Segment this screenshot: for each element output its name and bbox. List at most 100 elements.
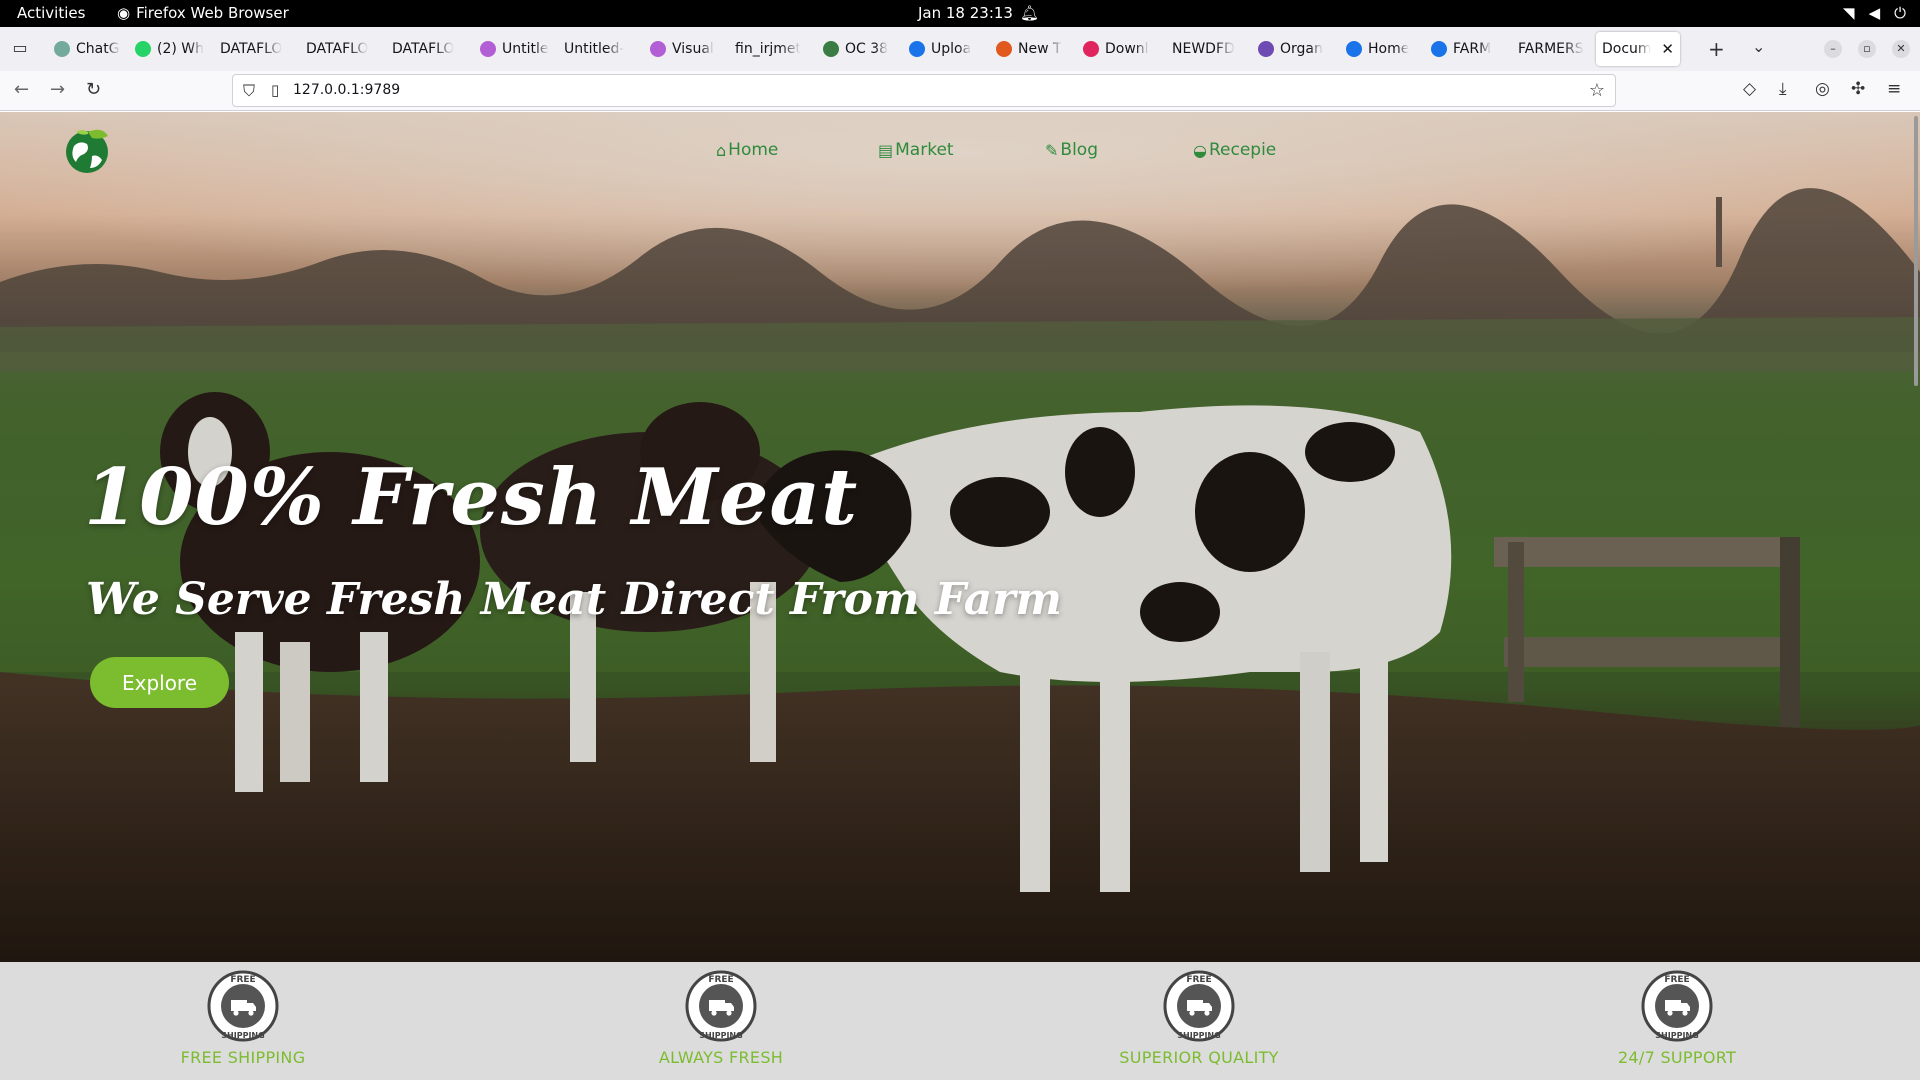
browser-tab[interactable]: DATAFLO [300, 32, 386, 66]
app-name: Firefox Web Browser [136, 4, 289, 22]
system-top-bar: Activities ◉ Firefox Web Browser Jan 18 … [0, 0, 1920, 27]
tab-label: (2) Wh [157, 41, 204, 57]
tab-label: Untitled- [564, 41, 625, 57]
badge-top-text: FREE [1664, 975, 1689, 985]
browser-tab[interactable]: Untitle [474, 32, 558, 66]
bookmark-star-icon[interactable]: ☆ [1589, 80, 1605, 101]
system-tray[interactable]: ◥ ◀︎ ⏻ [1843, 4, 1906, 22]
feature-item: FREE SHIPPING SUPERIOR QUALITY [1079, 962, 1319, 1080]
browser-tab[interactable]: DATAFLO [386, 32, 474, 66]
extensions-icon[interactable]: ✣ [1851, 79, 1865, 99]
tab-strip: ▭ ChatG (2) Wh DATAFLO DATAFLO DATAFLO Untitl… [0, 27, 1920, 71]
clock[interactable]: Jan 18 23:13 [918, 4, 1013, 22]
tab-favicon-icon [650, 41, 666, 57]
new-tab-button[interactable]: + [1708, 37, 1725, 61]
tab-overview-icon[interactable]: ▭ [8, 38, 32, 60]
tab-favicon-icon [54, 41, 70, 57]
scrollbar-thumb[interactable] [1914, 116, 1918, 386]
nav-market-label: Market [895, 140, 954, 160]
site-navigation: ⌂ Home ▤ Market ✎ Blog ◒ Recepie [0, 140, 1920, 170]
tab-label: Visual [672, 41, 714, 57]
nav-blog-link[interactable]: ✎ Blog [1045, 140, 1098, 160]
page-icon[interactable]: ▯ [271, 81, 279, 99]
minimize-button[interactable]: – [1824, 40, 1842, 58]
house-icon: ⌂ [716, 140, 727, 160]
explore-button[interactable]: Explore [90, 657, 229, 708]
badge-top-text: FREE [1186, 975, 1211, 985]
url-text[interactable]: 127.0.0.1:9789 [293, 82, 400, 98]
nav-market-link[interactable]: ▤ Market [878, 140, 954, 160]
shop-icon: ▤ [878, 140, 894, 160]
restore-button[interactable]: ▫ [1858, 40, 1876, 58]
browser-tab[interactable]: DATAFLO [214, 32, 300, 66]
tab-label: ChatG [76, 41, 120, 57]
account-icon[interactable]: ◎ [1815, 79, 1830, 99]
bowl-icon: ◒ [1193, 140, 1207, 160]
downloads-icon[interactable]: ⤓ [1779, 79, 1787, 99]
page-scrollbar[interactable] [1912, 112, 1920, 1080]
hero-subline: We Serve Fresh Meat Direct From Farm [86, 574, 1062, 625]
activities-button[interactable]: Activities [17, 4, 85, 22]
tab-favicon-icon [480, 41, 496, 57]
browser-tab[interactable]: NEWDFD [1166, 32, 1252, 66]
volume-icon: ◀︎ [1868, 4, 1881, 22]
nav-home-link[interactable]: ⌂ Home [716, 140, 778, 160]
menu-icon[interactable]: ≡ [1887, 79, 1901, 99]
list-all-tabs-icon[interactable]: ⌄ [1752, 37, 1765, 56]
tab-label: FARMERS [1518, 41, 1584, 57]
tab-favicon-icon [1431, 41, 1447, 57]
forward-arrow-icon[interactable]: → [50, 79, 65, 100]
nav-home-label: Home [728, 140, 779, 160]
tab-label: Home [1368, 41, 1410, 57]
back-arrow-icon[interactable]: ← [14, 79, 29, 100]
tab-label: FARM [1453, 41, 1492, 57]
browser-tab[interactable]: (2) Wh [129, 32, 214, 66]
firefox-icon: ◉ [117, 4, 131, 22]
free-shipping-badge-icon: FREE SHIPPING [1641, 970, 1713, 1042]
wifi-icon: ◥ [1843, 4, 1855, 22]
browser-tab[interactable]: FARMERS [1512, 32, 1596, 66]
tab-label: New T [1018, 41, 1062, 57]
shield-icon[interactable]: ⛉ [243, 81, 255, 101]
nav-recipe-link[interactable]: ◒ Recepie [1193, 140, 1276, 160]
navigation-toolbar: ← → ↻ ⛉ ▯ 127.0.0.1:9789 ☆ ◇ ⤓ ◎ ✣ ≡ [0, 71, 1920, 111]
free-shipping-badge-icon: FREE SHIPPING [685, 970, 757, 1042]
tab-label: Uploa [931, 41, 972, 57]
browser-tab[interactable]: ChatG [48, 32, 129, 66]
browser-tab[interactable]: Downl [1077, 32, 1166, 66]
browser-tab[interactable]: Untitled- [558, 32, 644, 66]
tab-favicon-icon [135, 41, 151, 57]
feature-item: FREE SHIPPING 24/7 SUPPORT [1557, 962, 1797, 1080]
tab-label: DATAFLO [306, 41, 369, 57]
tab-label: NEWDFD [1172, 41, 1235, 57]
notification-bell-icon: 🔔︎ [1020, 4, 1040, 22]
blog-icon: ✎ [1045, 140, 1059, 160]
url-bar[interactable]: ⛉ ▯ 127.0.0.1:9789 ☆ [232, 74, 1616, 107]
tab-label: DATAFLO [392, 41, 455, 57]
free-shipping-badge-icon: FREE SHIPPING [1163, 970, 1235, 1042]
reload-icon[interactable]: ↻ [86, 79, 101, 100]
power-icon: ⏻ [1894, 4, 1906, 22]
app-menu[interactable]: ◉ Firefox Web Browser [117, 4, 289, 22]
browser-tab[interactable]: fin_irjmet [729, 32, 817, 66]
badge-top-text: FREE [230, 975, 255, 985]
tab-favicon-icon [1258, 41, 1274, 57]
nav-recipe-label: Recepie [1208, 140, 1277, 160]
browser-tab[interactable]: Visual [644, 32, 729, 66]
feature-label: SUPERIOR QUALITY [1119, 1048, 1279, 1067]
browser-tab[interactable]: New T [990, 32, 1077, 66]
browser-tab[interactable]: FARM [1425, 32, 1512, 66]
tab-label: fin_irjmet [735, 41, 801, 57]
tab-label: DATAFLO [220, 41, 283, 57]
browser-tab[interactable]: OC 38 [817, 32, 903, 66]
close-window-button[interactable]: ✕ [1892, 40, 1910, 58]
badge-top-text: FREE [708, 975, 733, 985]
pocket-icon[interactable]: ◇ [1743, 79, 1756, 99]
browser-tab[interactable]: Organ [1252, 32, 1340, 66]
tab-label: Docum [1602, 41, 1652, 57]
tab-favicon-icon [1083, 41, 1099, 57]
close-tab-icon[interactable]: ✕ [1661, 40, 1674, 58]
browser-tab[interactable]: Docum ✕ [1596, 32, 1680, 66]
browser-tab[interactable]: Uploa [903, 32, 990, 66]
browser-tab[interactable]: Home [1340, 32, 1425, 66]
